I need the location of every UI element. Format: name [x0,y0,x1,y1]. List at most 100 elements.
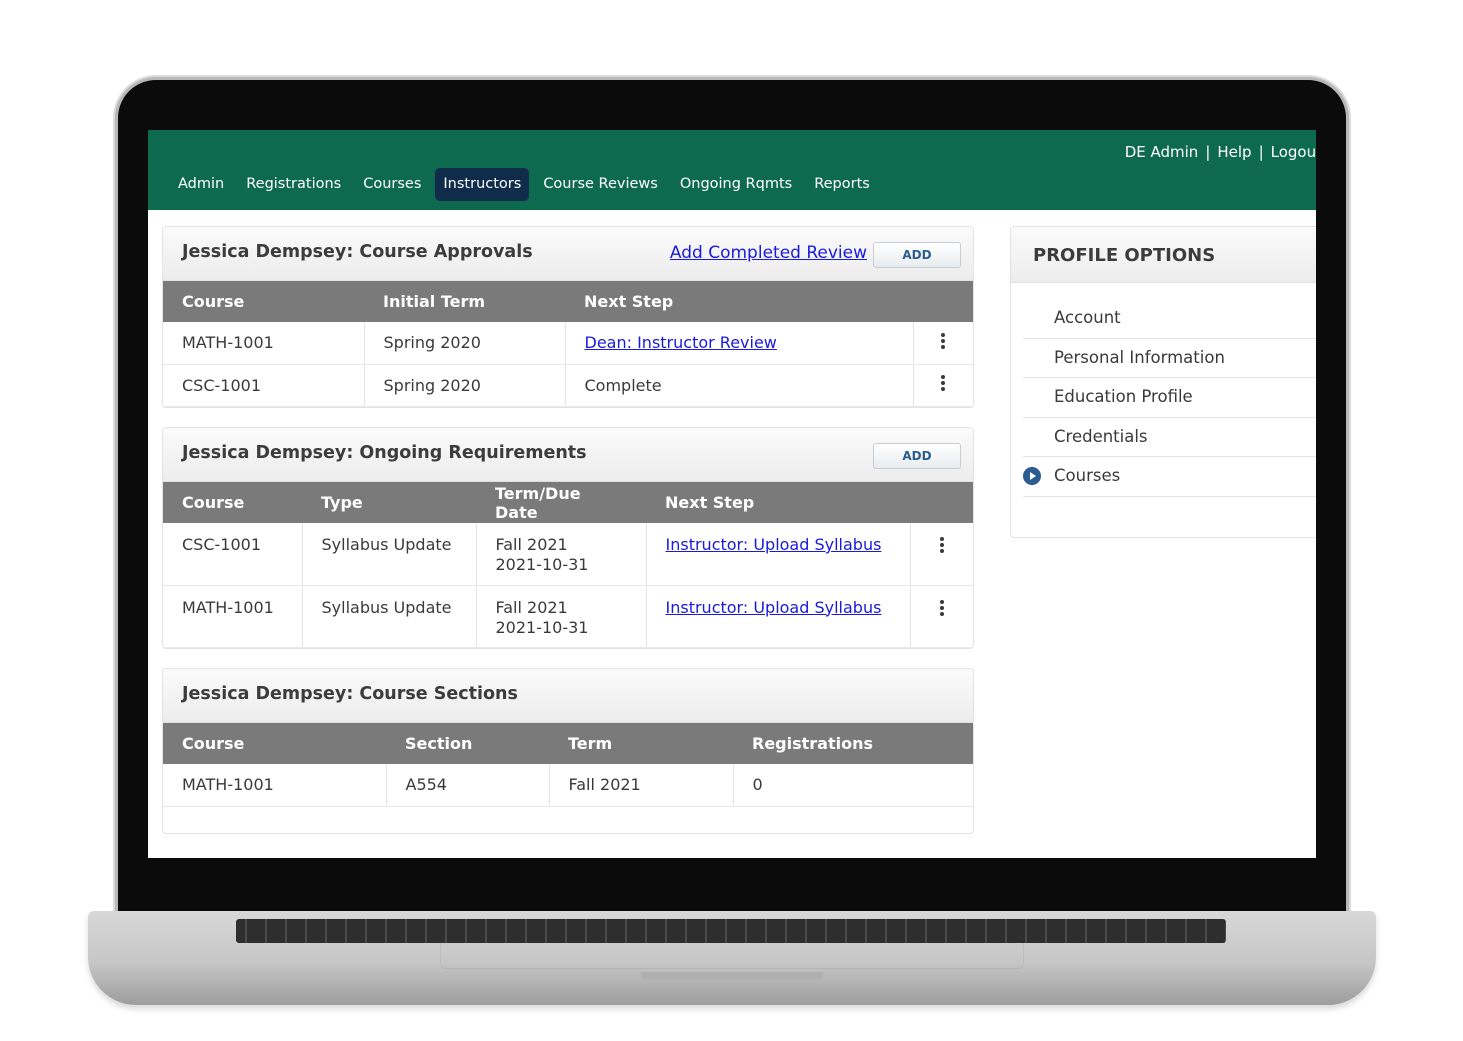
laptop-notch [640,972,824,980]
next-step-cell: Instructor: Upload Syllabus [646,523,911,586]
approvals-table: Course Initial Term Next Step MATH-1001 … [163,281,973,407]
type-cell: Syllabus Update [302,585,477,648]
panel-header: Jessica Dempsey: Course Sections [163,669,973,723]
add-completed-review-link[interactable]: Add Completed Review [670,243,867,263]
user-link-logout[interactable]: Logout [1271,143,1316,161]
more-options-icon[interactable] [941,331,946,351]
next-step-link[interactable]: Instructor: Upload Syllabus [666,535,882,554]
panel-title: Jessica Dempsey: Course Approvals [182,242,533,262]
next-step-link[interactable]: Dean: Instructor Review [585,333,777,352]
active-arrow-icon [1023,467,1041,485]
add-approval-button[interactable]: ADD [873,242,961,268]
panel-header: Jessica Dempsey: Ongoing Requirements AD… [163,428,973,482]
table-header-row: Course Section Term Registrations [163,723,973,764]
registrations-cell: 0 [733,764,973,807]
sidebar-item-courses[interactable]: Courses [1023,457,1316,497]
term-text: Fall 2021 [495,597,568,617]
table-header-row: Course Initial Term Next Step [163,281,973,322]
sidebar-item-label: Account [1054,308,1121,327]
type-cell: Syllabus Update [302,523,477,586]
term-cell: Spring 2020 [364,322,566,365]
term-due-cell: Fall 2021 2021-10-31 [476,523,647,586]
row-actions-cell [913,322,973,365]
nav-admin[interactable]: Admin [170,168,232,201]
course-sections-panel: Jessica Dempsey: Course Sections Course … [162,668,974,834]
sidebar-header: PROFILE OPTIONS [1011,227,1316,283]
column-header: Term/Due Date [476,482,646,523]
sidebar-item-credentials[interactable]: Credentials [1023,418,1316,457]
column-header: Type [302,482,476,523]
column-header-actions [910,482,973,523]
nav-registrations[interactable]: Registrations [238,168,349,201]
next-step-link[interactable]: Instructor: Upload Syllabus [666,598,882,617]
due-date-text: 2021-10-31 [495,555,589,574]
add-requirement-button[interactable]: ADD [873,443,961,469]
column-header-actions [913,281,973,322]
nav-reports[interactable]: Reports [806,168,878,201]
sidebar-item-label: Credentials [1054,426,1148,446]
profile-options-sidebar: PROFILE OPTIONS Account Personal Informa… [1010,226,1316,538]
top-header: DE Admin | Help | Logout Admin Registrations… [148,130,1316,210]
panel-header: Jessica Dempsey: Course Approvals Add Co… [163,227,973,281]
table-row: MATH-1001 A554 Fall 2021 0 [163,764,973,807]
user-link-help[interactable]: Help [1217,143,1251,161]
panel-title: Jessica Dempsey: Course Sections [182,684,518,704]
table-row: MATH-1001 Syllabus Update Fall 2021 2021-… [163,585,973,648]
sidebar-item-label: Education Profile [1054,387,1193,406]
sidebar-item-education-profile[interactable]: Education Profile [1023,378,1316,418]
term-cell: Fall 2021 [549,764,734,807]
sidebar-item-label: Personal Information [1054,347,1225,367]
column-header: Course [163,723,386,764]
nav-course-reviews[interactable]: Course Reviews [535,168,666,201]
term-cell: Spring 2020 [364,364,566,407]
more-options-icon[interactable] [939,598,944,618]
due-date-text: 2021-10-31 [495,617,589,637]
row-actions-cell [913,364,973,407]
course-cell: MATH-1001 [163,764,387,807]
column-header: Section [386,723,549,764]
course-cell: CSC-1001 [163,523,303,586]
sidebar-title: PROFILE OPTIONS [1033,245,1216,266]
table-row: MATH-1001 Spring 2020 Dean: Instructor R… [163,322,973,365]
nav-courses[interactable]: Courses [355,168,429,201]
ongoing-requirements-panel: Jessica Dempsey: Ongoing Requirements AD… [162,427,974,649]
laptop-keyboard [236,919,1226,943]
next-step-cell: Complete [565,364,914,407]
nav-ongoing-rqmts[interactable]: Ongoing Rqmts [672,168,800,201]
column-header: Next Step [565,281,913,322]
column-header: Registrations [733,723,973,764]
column-header: Course [163,482,302,523]
column-header: Next Step [646,482,910,523]
more-options-icon[interactable] [941,373,946,393]
next-step-cell: Instructor: Upload Syllabus [646,585,911,648]
table-header-row: Course Type Term/Due Date Next Step [163,482,973,523]
course-cell: MATH-1001 [163,322,365,365]
course-approvals-panel: Jessica Dempsey: Course Approvals Add Co… [162,226,974,408]
table-row: CSC-1001 Syllabus Update Fall 2021 2021-1… [163,523,973,586]
course-cell: MATH-1001 [163,585,303,648]
panel-title: Jessica Dempsey: Ongoing Requirements [182,443,587,463]
sidebar-item-personal-information[interactable]: Personal Information [1023,339,1316,378]
next-step-cell: Dean: Instructor Review [565,322,914,365]
column-header: Course [163,281,364,322]
link-separator: | [1258,143,1264,161]
main-nav: Admin Registrations Courses Instructors … [170,168,878,201]
link-separator: | [1205,143,1211,161]
app-screen: DE Admin | Help | Logout Admin Registrations… [148,130,1316,858]
section-cell: A554 [386,764,550,807]
user-links: DE Admin | Help | Logout [1125,143,1316,161]
row-actions-cell [910,523,973,586]
nav-instructors[interactable]: Instructors [435,168,530,201]
more-options-icon[interactable] [939,535,944,555]
sidebar-item-account[interactable]: Account [1023,299,1316,339]
sections-table: Course Section Term Registrations MATH-1… [163,723,973,807]
term-text: Fall 2021 [495,535,568,554]
column-header: Term [549,723,733,764]
requirements-table: Course Type Term/Due Date Next Step CSC-… [163,482,973,648]
course-cell: CSC-1001 [163,364,365,407]
table-row: CSC-1001 Spring 2020 Complete [163,364,973,407]
row-actions-cell [910,585,973,648]
sidebar-item-label: Courses [1054,466,1121,485]
user-link-account[interactable]: DE Admin [1125,143,1199,161]
column-header: Initial Term [364,281,565,322]
